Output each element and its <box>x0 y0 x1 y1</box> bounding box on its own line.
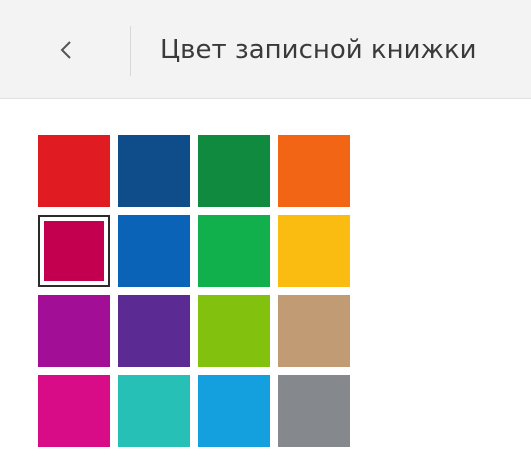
color-swatch[interactable] <box>118 295 190 367</box>
header-divider <box>130 26 131 76</box>
color-swatch[interactable] <box>198 135 270 207</box>
color-swatch-fill <box>118 135 190 207</box>
color-swatch[interactable] <box>278 135 350 207</box>
color-swatch-fill <box>118 295 190 367</box>
panel-header: Цвет записной книжки <box>0 0 531 99</box>
page-title: Цвет записной книжки <box>160 35 477 65</box>
color-swatch[interactable] <box>118 375 190 447</box>
color-swatch[interactable] <box>278 215 350 287</box>
color-swatch-fill <box>198 215 270 287</box>
color-swatch-fill <box>118 375 190 447</box>
color-swatch-fill <box>38 135 110 207</box>
color-swatch-fill <box>38 295 110 367</box>
color-swatch-fill <box>198 135 270 207</box>
color-swatch-fill <box>44 221 104 281</box>
color-swatch-fill <box>198 375 270 447</box>
color-swatch-fill <box>198 295 270 367</box>
color-swatch-fill <box>278 215 350 287</box>
chevron-left-icon <box>60 41 71 59</box>
color-swatch[interactable] <box>38 295 110 367</box>
color-swatch[interactable] <box>38 215 110 287</box>
color-swatch-fill <box>278 135 350 207</box>
color-swatch-fill <box>278 295 350 367</box>
color-swatch-fill <box>278 375 350 447</box>
color-swatch[interactable] <box>198 295 270 367</box>
color-swatch[interactable] <box>118 135 190 207</box>
color-swatch[interactable] <box>278 295 350 367</box>
color-swatch-fill <box>38 375 110 447</box>
color-swatch-fill <box>118 215 190 287</box>
color-swatch[interactable] <box>278 375 350 447</box>
back-button[interactable] <box>36 24 96 76</box>
color-palette-grid <box>38 135 352 449</box>
color-swatch[interactable] <box>38 375 110 447</box>
notebook-color-panel: Цвет записной книжки <box>0 0 531 457</box>
color-swatch[interactable] <box>198 375 270 447</box>
color-swatch[interactable] <box>118 215 190 287</box>
color-swatch[interactable] <box>38 135 110 207</box>
color-swatch[interactable] <box>198 215 270 287</box>
